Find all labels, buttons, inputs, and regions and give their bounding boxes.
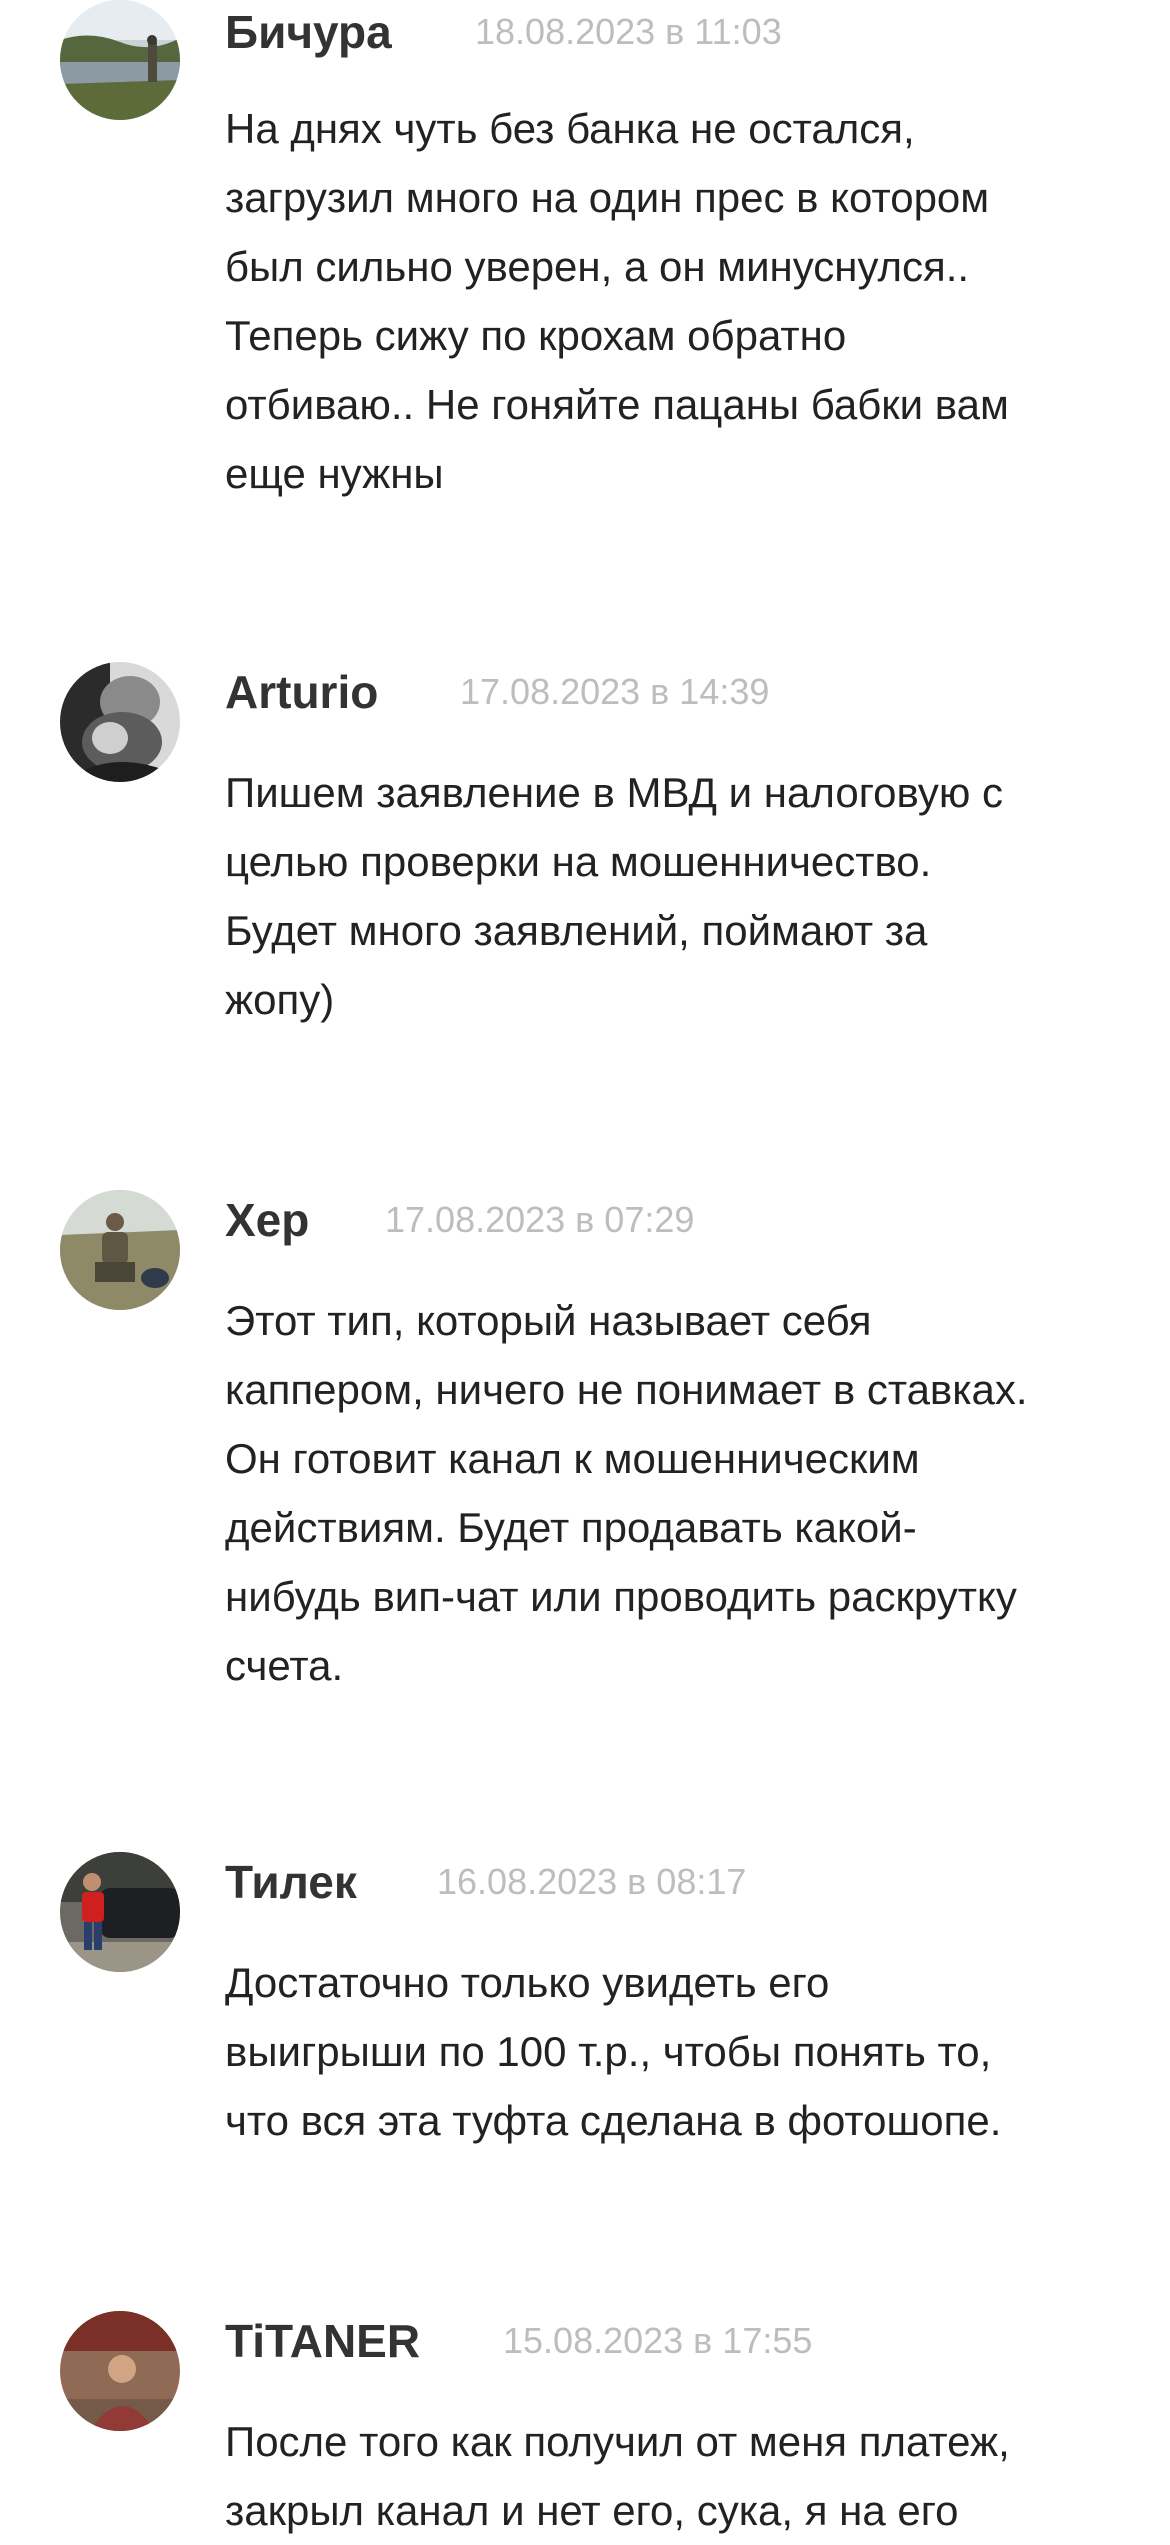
avatar-man-red-shirt-icon <box>60 2311 180 2431</box>
user-avatar[interactable] <box>60 1852 180 1972</box>
avatar-bw-portrait-icon <box>60 662 180 782</box>
comment-meta: TiTANER 15.08.2023 в 17:55 <box>225 2311 812 2371</box>
avatar-hunter-outdoor-icon <box>60 1190 180 1310</box>
user-avatar[interactable] <box>60 2311 180 2431</box>
comment-date: 15.08.2023 в 17:55 <box>503 2320 813 2361</box>
comment-meta: Бичура 18.08.2023 в 11:03 <box>225 2 782 62</box>
comment-date: 17.08.2023 в 07:29 <box>385 1199 695 1240</box>
comment-meta: Тилек 16.08.2023 в 08:17 <box>225 1852 746 1912</box>
comment-meta: Хер 17.08.2023 в 07:29 <box>225 1190 694 1250</box>
avatar-man-red-jacket-car-icon <box>60 1852 180 1972</box>
comment-text: Достаточно только увидеть его выигрыши п… <box>225 1959 1002 2144</box>
user-avatar[interactable] <box>60 1190 180 1310</box>
comment-author[interactable]: Хер <box>225 1193 385 1247</box>
comment-text: Этот тип, который называет себя каппером… <box>225 1297 1028 1689</box>
comment-text: На днях чуть без банка не остался, загру… <box>225 105 1009 497</box>
comment-text: Пишем заявление в МВД и налоговую с цель… <box>225 769 1004 1023</box>
comment-author[interactable]: TiTANER <box>225 2314 503 2368</box>
comment-text: После того как получил от меня платеж, з… <box>225 2418 1010 2534</box>
comment-meta: Arturio 17.08.2023 в 14:39 <box>225 662 769 722</box>
avatar-landscape-river-icon <box>60 0 180 120</box>
comment-author[interactable]: Arturio <box>225 665 460 719</box>
comment-author[interactable]: Тилек <box>225 1855 437 1909</box>
user-avatar[interactable] <box>60 662 180 782</box>
comment-date: 17.08.2023 в 14:39 <box>460 671 770 712</box>
comment-author[interactable]: Бичура <box>225 5 475 59</box>
comment-date: 16.08.2023 в 08:17 <box>437 1861 747 1902</box>
user-avatar[interactable] <box>60 0 180 120</box>
comment-date: 18.08.2023 в 11:03 <box>475 11 782 52</box>
